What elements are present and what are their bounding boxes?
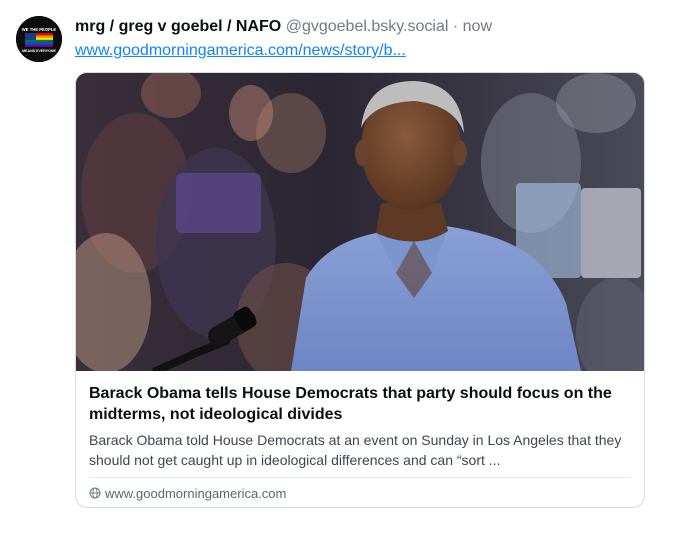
feed-post[interactable]: WE THE PEOPLE MEANS EVERYONE mrg / greg … bbox=[0, 0, 680, 540]
card-domain-row: www.goodmorningamerica.com bbox=[89, 484, 286, 502]
post-header: mrg / greg v goebel / NAFO @gvgoebel.bsk… bbox=[75, 16, 664, 38]
author-display-name[interactable]: mrg / greg v goebel / NAFO bbox=[75, 18, 281, 35]
card-thumbnail bbox=[76, 73, 644, 371]
globe-icon bbox=[89, 487, 101, 499]
avatar-image: WE THE PEOPLE MEANS EVERYONE bbox=[16, 16, 62, 62]
author-avatar[interactable]: WE THE PEOPLE MEANS EVERYONE bbox=[16, 16, 62, 62]
card-description: Barack Obama told House Democrats at an … bbox=[89, 432, 622, 468]
card-title: Barack Obama tells House Democrats that … bbox=[89, 385, 612, 423]
avatar-text-bottom: MEANS EVERYONE bbox=[22, 49, 56, 53]
separator-dot: · bbox=[452, 18, 459, 35]
link-preview-card[interactable]: Barack Obama tells House Democrats that … bbox=[75, 72, 645, 508]
card-divider bbox=[89, 477, 631, 478]
avatar-text-top: WE THE PEOPLE bbox=[22, 27, 57, 32]
speaker-photo bbox=[76, 73, 644, 371]
card-domain: www.goodmorningamerica.com bbox=[105, 485, 287, 501]
post-timestamp[interactable]: now bbox=[463, 18, 492, 35]
author-handle[interactable]: @gvgoebel.bsky.social bbox=[286, 18, 449, 35]
post-link[interactable]: www.goodmorningamerica.com/news/story/b.… bbox=[75, 40, 406, 62]
